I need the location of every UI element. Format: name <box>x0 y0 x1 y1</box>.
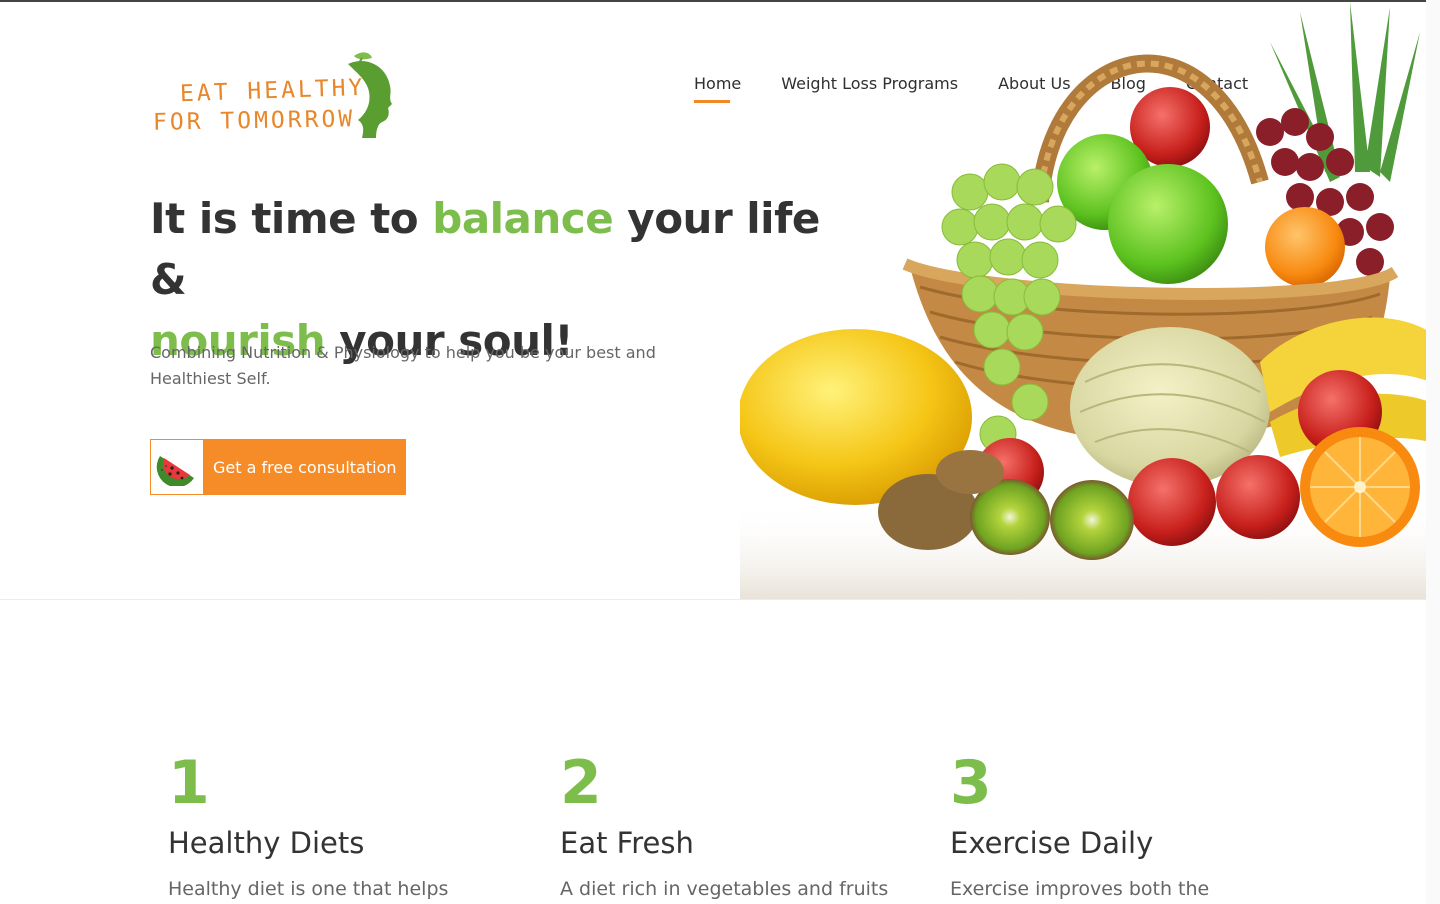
site-logo[interactable]: EAT HEALTHY FOR TOMORROW <box>150 50 400 146</box>
feature-card-1: 1 Healthy Diets Healthy diet is one that… <box>168 748 498 900</box>
nav-home[interactable]: Home <box>694 74 741 103</box>
feature-description: Healthy diet is one that helps <box>168 878 449 900</box>
hero-subtitle: Combining Nutrition & Physiology to help… <box>150 343 656 388</box>
feature-card-3: 3 Exercise Daily Exercise improves both … <box>950 748 1280 900</box>
page: EAT HEALTHY FOR TOMORROW Home Weight Los… <box>0 0 1440 904</box>
hero-section: EAT HEALTHY FOR TOMORROW Home Weight Los… <box>0 2 1426 600</box>
scrollbar-track[interactable] <box>1426 0 1440 904</box>
free-consultation-button[interactable]: Get a free consultation <box>150 439 406 495</box>
feature-number: 1 <box>168 748 210 818</box>
cta-label: Get a free consultation <box>213 457 397 477</box>
feature-title: Exercise Daily <box>950 826 1154 860</box>
feature-description: A diet rich in vegetables and fruits <box>560 878 889 900</box>
feature-title: Healthy Diets <box>168 826 365 860</box>
feature-description: Exercise improves both the <box>950 878 1210 900</box>
watermelon-icon <box>151 440 203 494</box>
feature-number: 2 <box>560 748 602 818</box>
feature-title: Eat Fresh <box>560 826 694 860</box>
logo-text-line2: FOR TOMORROW <box>152 106 356 136</box>
feature-number: 3 <box>950 748 992 818</box>
headline-highlight-balance: balance <box>432 194 614 243</box>
head-leaf-icon <box>348 52 392 138</box>
headline-text-1: It is time to <box>150 194 433 243</box>
feature-card-2: 2 Eat Fresh A diet rich in vegetables an… <box>560 748 890 900</box>
